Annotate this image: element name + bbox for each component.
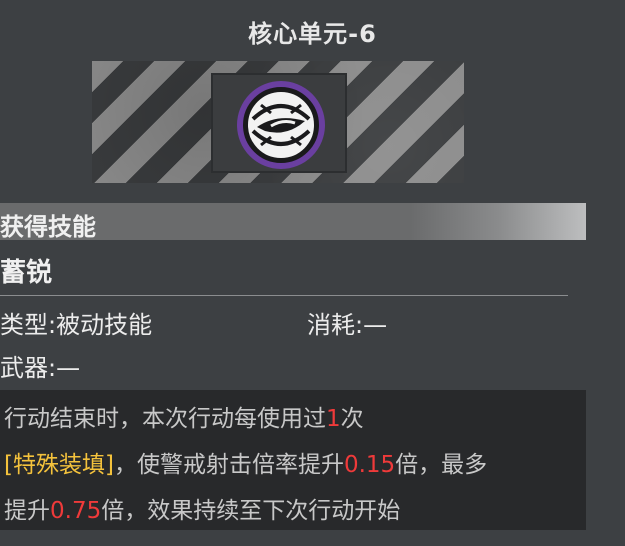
description-line-2: [特殊装填]，使警戒射击倍率提升0.15倍，最多 [4,442,586,488]
desc-text: ，使警戒射击倍率提升 [113,452,344,478]
skill-weapon-label: 武器: [0,354,57,382]
skill-name: 蓄锐 [0,258,53,288]
desc-number: 0.75 [50,498,102,524]
section-header-label: 获得技能 [0,213,96,241]
desc-text: 次 [340,406,364,432]
item-title: 核心单元-6 [248,20,377,48]
icon-frame [211,73,347,173]
description-line-1: 行动结束时，本次行动每使用过1次 [4,396,586,442]
skill-weapon: 武器:— [0,348,80,383]
desc-text: 倍，效果持续至下次行动开始 [101,498,401,524]
skill-type-label: 类型: [0,311,57,339]
description-line-3: 提升0.75倍，效果持续至下次行动开始 [4,488,586,534]
desc-text: 倍，最多 [395,452,488,478]
desc-text: 提升 [4,498,50,524]
skill-cost-value: — [363,311,388,339]
desc-number: 0.15 [343,452,396,478]
skill-weapon-value: — [56,354,81,382]
desc-text: 行动结束时，本次行动每使用过 [4,406,326,432]
desc-number: 1 [326,406,341,432]
keyword-tag[interactable]: [特殊装填] [4,452,114,478]
section-header: 获得技能 [0,203,586,241]
item-banner [92,61,464,183]
skill-description: 行动结束时，本次行动每使用过1次 [特殊装填]，使警戒射击倍率提升0.15倍，最… [0,390,586,530]
skill-type: 类型:被动技能 [0,305,152,340]
skill-type-value: 被动技能 [56,311,153,339]
divider [0,295,568,296]
skill-cost-label: 消耗: [307,311,364,339]
sharpened-eye-icon [237,81,325,169]
skill-cost: 消耗:— [307,305,387,340]
